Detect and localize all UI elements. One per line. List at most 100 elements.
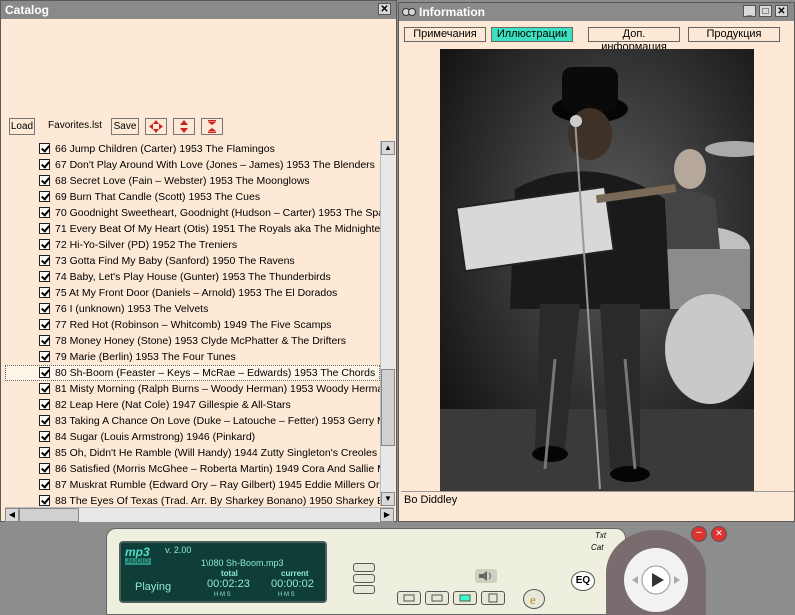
list-item[interactable]: 70 Goodnight Sweetheart, Goodnight (Huds… [5, 205, 380, 221]
track-checkbox[interactable] [39, 351, 50, 362]
balance-button[interactable] [353, 585, 375, 594]
track-label: 72 Hi-Yo-Silver (PD) 1952 The Treniers [55, 239, 238, 251]
list-item[interactable]: 85 Oh, Didn't He Ramble (Will Handy) 194… [5, 445, 380, 461]
track-checkbox[interactable] [39, 175, 50, 186]
track-list-vscroll[interactable]: ▲ ▼ [380, 141, 395, 506]
move-all-button[interactable] [145, 118, 167, 135]
list-item[interactable]: 76 I (unknown) 1953 The Velvets [5, 301, 380, 317]
track-label: 74 Baby, Let's Play House (Gunter) 1953 … [55, 271, 331, 283]
volume-up-button[interactable] [353, 563, 375, 572]
track-checkbox[interactable] [39, 495, 50, 506]
track-label: 78 Money Honey (Stone) 1953 Clyde McPhat… [55, 335, 347, 347]
list-item[interactable]: 73 Gotta Find My Baby (Sanford) 1950 The… [5, 253, 380, 269]
updown-arrows-icon [180, 120, 188, 133]
tab-products[interactable]: Продукция [688, 27, 780, 42]
shuffle-button[interactable] [481, 591, 505, 605]
list-item[interactable]: 79 Marie (Berlin) 1953 The Four Tunes [5, 349, 380, 365]
scroll-left-button[interactable]: ◀ [5, 508, 19, 522]
track-checkbox[interactable] [39, 271, 50, 282]
tab-notes[interactable]: Примечания [404, 27, 486, 42]
player-minimize-button[interactable]: – [691, 526, 707, 542]
tab-illustrations[interactable]: Иллюстрации [491, 27, 573, 42]
list-item[interactable]: 77 Red Hot (Robinson – Whitcomb) 1949 Th… [5, 317, 380, 333]
list-item[interactable]: 78 Money Honey (Stone) 1953 Clyde McPhat… [5, 333, 380, 349]
track-list[interactable]: 66 Jump Children (Carter) 1953 The Flami… [5, 141, 380, 506]
load-button[interactable]: Load [9, 118, 35, 135]
list-item[interactable]: 82 Leap Here (Nat Cole) 1947 Gillespie &… [5, 397, 380, 413]
play-control-dial[interactable] [606, 530, 706, 615]
track-checkbox[interactable] [39, 463, 50, 474]
list-item[interactable]: 69 Burn That Candle (Scott) 1953 The Cue… [5, 189, 380, 205]
list-item[interactable]: 86 Satisfied (Morris McGhee – Roberta Ma… [5, 461, 380, 477]
tab-extra-info[interactable]: Доп. информация [588, 27, 680, 53]
hscroll-thumb[interactable] [19, 508, 79, 522]
save-button[interactable]: Save [111, 118, 139, 135]
track-checkbox[interactable] [39, 399, 50, 410]
track-list-hscroll[interactable]: ◀ ▶ [5, 507, 394, 522]
track-checkbox[interactable] [39, 319, 50, 330]
maximize-button[interactable]: □ [759, 5, 772, 17]
move-arrows-icon [149, 120, 163, 133]
list-item[interactable]: 72 Hi-Yo-Silver (PD) 1952 The Treniers [5, 237, 380, 253]
web-button[interactable]: e [523, 589, 545, 609]
track-checkbox[interactable] [39, 207, 50, 218]
total-hms-label: H M S [214, 592, 231, 598]
track-checkbox[interactable] [39, 255, 50, 266]
scroll-down-button[interactable]: ▼ [381, 492, 395, 506]
list-item[interactable]: 83 Taking A Chance On Love (Duke – Latou… [5, 413, 380, 429]
list-item[interactable]: 68 Secret Love (Fain – Webster) 1953 The… [5, 173, 380, 189]
speaker-icon [475, 569, 497, 583]
track-checkbox[interactable] [39, 383, 50, 394]
track-checkbox[interactable] [39, 223, 50, 234]
list-item[interactable]: 75 At My Front Door (Daniels – Arnold) 1… [5, 285, 380, 301]
audio-badge: AUDIO [125, 558, 152, 565]
list-item[interactable]: 88 The Eyes Of Texas (Trad. Arr. By Shar… [5, 493, 380, 506]
catalog-titlebar[interactable]: Catalog ✕ [1, 1, 396, 19]
list-item[interactable]: 66 Jump Children (Carter) 1953 The Flami… [5, 141, 380, 157]
list-item[interactable]: 87 Muskrat Rumble (Edward Ory – Ray Gilb… [5, 477, 380, 493]
vscroll-thumb[interactable] [381, 369, 395, 446]
stop-button[interactable] [453, 591, 477, 605]
prev-button[interactable] [397, 591, 421, 605]
playback-status: Playing [135, 581, 172, 593]
track-label: 76 I (unknown) 1953 The Velvets [55, 303, 209, 315]
info-close-button[interactable]: ✕ [775, 5, 788, 17]
track-checkbox[interactable] [39, 415, 50, 426]
track-checkbox[interactable] [39, 287, 50, 298]
current-label: current [281, 569, 309, 578]
play-button[interactable] [624, 548, 688, 612]
rewind-button[interactable] [425, 591, 449, 605]
cat-button[interactable]: Cat [591, 543, 603, 552]
list-item[interactable]: 67 Don't Play Around With Love (Jones – … [5, 157, 380, 173]
track-checkbox[interactable] [39, 367, 50, 378]
track-checkbox[interactable] [39, 191, 50, 202]
track-checkbox[interactable] [39, 335, 50, 346]
catalog-close-button[interactable]: ✕ [378, 3, 391, 15]
player-close-button[interactable]: ✕ [711, 526, 727, 542]
list-item[interactable]: 81 Misty Morning (Ralph Burns – Woody He… [5, 381, 380, 397]
track-checkbox[interactable] [39, 159, 50, 170]
track-checkbox[interactable] [39, 447, 50, 458]
track-label: 82 Leap Here (Nat Cole) 1947 Gillespie &… [55, 399, 291, 411]
track-checkbox[interactable] [39, 303, 50, 314]
txt-button[interactable]: Txt [595, 531, 606, 540]
minimize-button[interactable]: _ [743, 5, 756, 17]
collapse-button[interactable] [201, 118, 223, 135]
track-checkbox[interactable] [39, 143, 50, 154]
scroll-right-button[interactable]: ▶ [380, 508, 394, 522]
list-item[interactable]: 80 Sh-Boom (Feaster – Keys – McRae – Edw… [5, 365, 380, 381]
track-checkbox[interactable] [39, 479, 50, 490]
move-updown-button[interactable] [173, 118, 195, 135]
track-label: 87 Muskrat Rumble (Edward Ory – Ray Gilb… [55, 479, 380, 491]
information-titlebar[interactable]: Information _ □ ✕ [399, 3, 794, 21]
eq-button[interactable]: EQ [571, 571, 595, 591]
track-checkbox[interactable] [39, 239, 50, 250]
list-item[interactable]: 74 Baby, Let's Play House (Gunter) 1953 … [5, 269, 380, 285]
scroll-up-button[interactable]: ▲ [381, 141, 395, 155]
list-item[interactable]: 84 Sugar (Louis Armstrong) 1946 (Pinkard… [5, 429, 380, 445]
track-checkbox[interactable] [39, 431, 50, 442]
list-item[interactable]: 71 Every Beat Of My Heart (Otis) 1951 Th… [5, 221, 380, 237]
track-label: 81 Misty Morning (Ralph Burns – Woody He… [55, 383, 380, 395]
volume-down-button[interactable] [353, 574, 375, 583]
mp3-player: mp3 AUDIO v. 2.00 1\080 Sh-Boom.mp3 Play… [106, 522, 734, 615]
